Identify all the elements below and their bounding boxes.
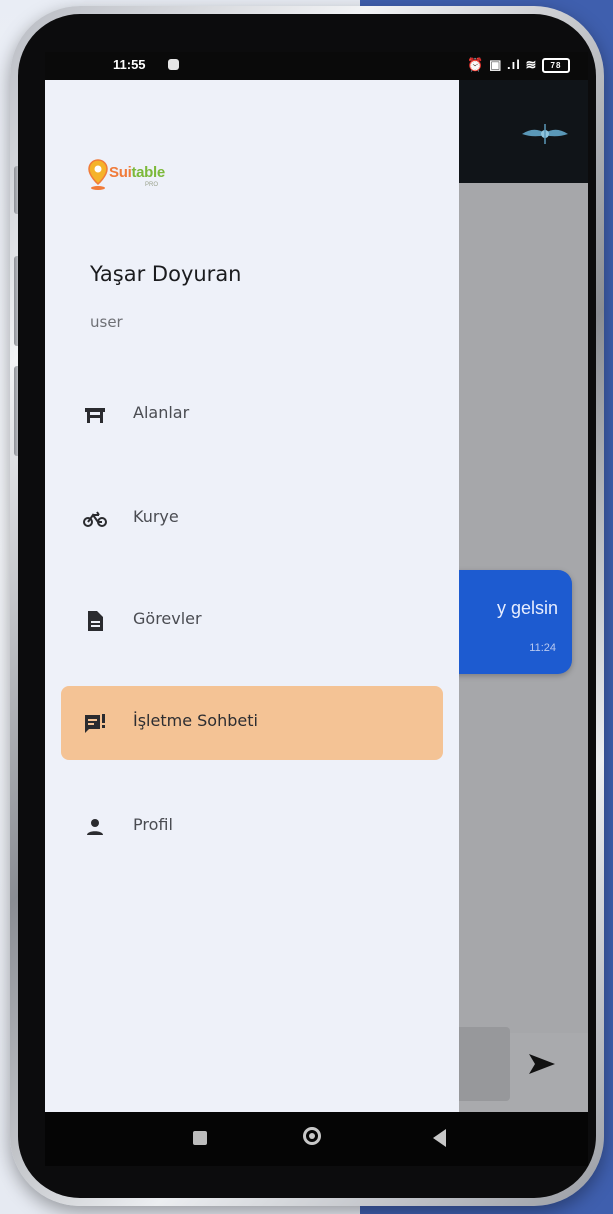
location-pin-icon (88, 159, 108, 190)
brand-logo: Suitable PRO (87, 158, 217, 198)
brand-name-main: Sui (109, 164, 132, 181)
menu-item-isletme-sohbeti[interactable]: İşletme Sohbeti (61, 686, 443, 760)
home-button[interactable] (303, 1127, 321, 1145)
battery-icon: 78 (542, 58, 570, 74)
status-icon-glyphs: ⏰ ▣ .ıl ≋ (467, 57, 538, 72)
recent-apps-button[interactable] (193, 1131, 207, 1145)
status-icons: ⏰ ▣ .ıl ≋ 78 (467, 57, 570, 74)
chat-list-icon (85, 714, 105, 733)
table-icon (85, 408, 105, 423)
send-icon[interactable] (525, 1050, 559, 1078)
menu-label: Profil (133, 815, 173, 834)
brand-name: Suitable (109, 164, 165, 181)
document-icon (88, 611, 103, 631)
message-time: 11:24 (529, 642, 556, 654)
menu-label: Görevler (133, 609, 202, 628)
brand-subtitle: PRO (145, 182, 159, 188)
bicycle-icon (83, 511, 107, 527)
navigation-drawer: Suitable PRO Yaşar Doyuran user Alanlar … (45, 80, 459, 1112)
person-icon (87, 819, 103, 835)
menu-label: Kurye (133, 507, 179, 526)
user-name: Yaşar Doyuran (90, 262, 242, 286)
android-nav-bar (45, 1112, 588, 1166)
menu-item-profil[interactable]: Profil (61, 790, 443, 864)
menu-label: Alanlar (133, 403, 190, 422)
user-role: user (90, 313, 123, 331)
phone-screen: 11:55 ⏰ ▣ .ıl ≋ 78 y gelsin 11:24 Suitab… (45, 52, 588, 1166)
status-bar: 11:55 ⏰ ▣ .ıl ≋ 78 (45, 52, 588, 80)
brand-name-highlight: table (131, 164, 165, 181)
menu-label: İşletme Sohbeti (133, 711, 258, 730)
back-button[interactable] (433, 1129, 446, 1147)
notification-icon (168, 59, 179, 70)
menu-item-kurye[interactable]: Kurye (61, 482, 443, 556)
status-time: 11:55 (113, 57, 146, 72)
message-text: y gelsin (496, 598, 558, 618)
app-logo-icon (522, 124, 568, 144)
menu-item-gorevler[interactable]: Görevler (61, 584, 443, 658)
menu-item-alanlar[interactable]: Alanlar (61, 378, 443, 452)
